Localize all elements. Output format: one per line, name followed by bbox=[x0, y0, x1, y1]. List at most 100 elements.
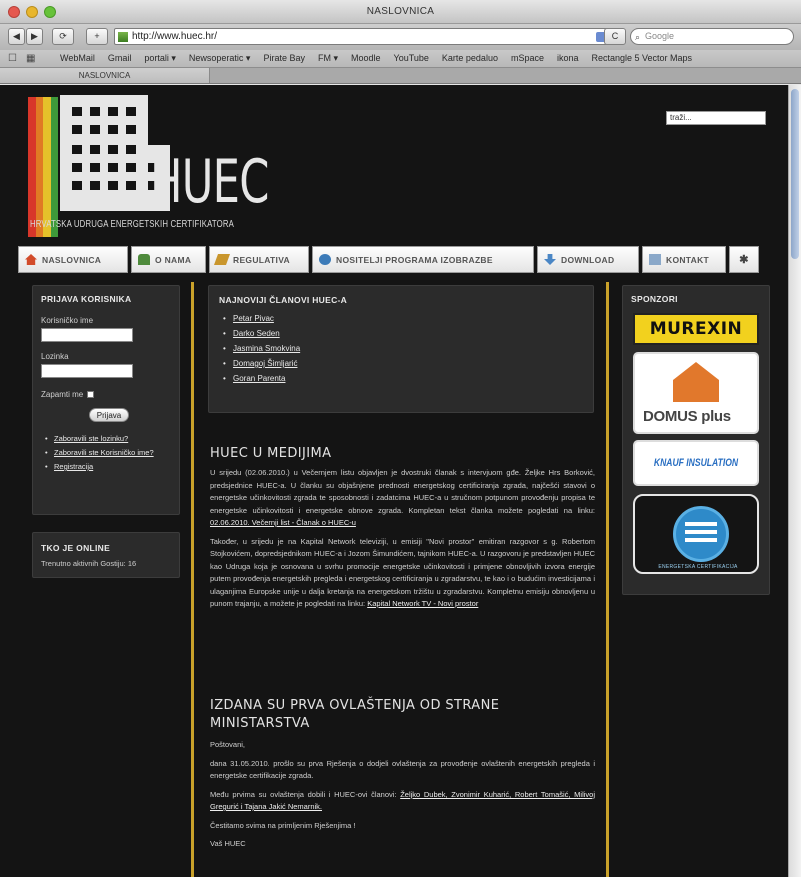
sponsors-title: SPONZORI bbox=[631, 294, 678, 304]
username-group: Korisničko ime bbox=[41, 316, 133, 342]
people-icon bbox=[138, 254, 150, 265]
contact-icon bbox=[649, 254, 661, 265]
badge-stripe bbox=[685, 522, 717, 526]
article-title[interactable]: HUEC U MEDIJIMA bbox=[210, 446, 595, 461]
sponsor-label: KNAUF INSULATION bbox=[653, 457, 739, 469]
forgot-password-link[interactable]: Zaboravili ste lozinku? bbox=[45, 434, 175, 444]
members-list: Petar Pivac Darko Seden Jasmina Smokvina… bbox=[223, 314, 300, 389]
bookmark-item[interactable]: Rectangle 5 Vector Maps bbox=[592, 53, 693, 64]
bookmark-item[interactable]: Newsoperatic ▾ bbox=[189, 53, 251, 64]
members-title: NAJNOVIJI ČLANOVI HUEC-A bbox=[219, 295, 348, 305]
bookmark-item[interactable]: portali ▾ bbox=[144, 53, 176, 64]
search-icon: ⌕ bbox=[635, 32, 641, 42]
bookmark-item[interactable]: Karte pedaluo bbox=[442, 53, 498, 64]
reading-list-icon[interactable]: ☐ bbox=[8, 53, 17, 64]
remember-row: Zapamti me bbox=[41, 390, 95, 399]
password-group: Lozinka bbox=[41, 352, 133, 378]
article-huec-u-medijima: HUEC U MEDIJIMA U srijedu (02.06.2010.) … bbox=[210, 446, 595, 611]
logo-color-stripes bbox=[28, 97, 58, 237]
logo-subtitle: HRVATSKA UDRUGA ENERGETSKIH CERTIFIKATOR… bbox=[30, 219, 235, 230]
nav-download[interactable]: DOWNLOAD bbox=[537, 246, 639, 273]
login-links: Zaboravili ste lozinku? Zaboravili ste K… bbox=[45, 434, 175, 476]
nav-label: O NAMA bbox=[155, 254, 192, 265]
bookmark-item[interactable]: WebMail bbox=[60, 53, 95, 64]
bookmark-item[interactable]: mSpace bbox=[511, 53, 544, 64]
bookmarks-grid-icon[interactable]: ▦ bbox=[26, 53, 35, 64]
reload-icon[interactable]: C bbox=[604, 28, 626, 45]
online-count: Trenutno aktivnih Gostiju: 16 bbox=[41, 559, 137, 568]
sponsor-energetska-certifikacija[interactable]: ENERGETSKA CERTIFIKACIJA bbox=[633, 494, 759, 574]
sponsor-label: MUREXIN bbox=[649, 319, 743, 339]
member-link[interactable]: Petar Pivac bbox=[223, 314, 300, 323]
sponsor-murexin[interactable]: MUREXIN bbox=[633, 313, 759, 345]
sponsor-knauf[interactable]: KNAUF INSULATION bbox=[633, 440, 759, 486]
tab-bar: NASLOVNICA bbox=[0, 68, 801, 84]
column-divider bbox=[191, 282, 194, 877]
nav-kontakt[interactable]: KONTAKT bbox=[642, 246, 726, 273]
article-paragraph: Među prvima su ovlaštenja dobili i HUEC-… bbox=[210, 789, 595, 814]
site-search-input[interactable]: traži... bbox=[666, 111, 766, 125]
member-link[interactable]: Domagoj Šimljarić bbox=[223, 359, 300, 368]
member-link[interactable]: Jasmina Smokvina bbox=[223, 344, 300, 353]
page-scrollbar[interactable] bbox=[788, 85, 801, 877]
browser-search-field[interactable]: ⌕ Google bbox=[630, 28, 794, 45]
download-icon bbox=[544, 254, 556, 265]
certification-badge-icon bbox=[673, 506, 729, 562]
article-link[interactable]: 02.06.2010. Večernji list - Članak o HUE… bbox=[210, 518, 356, 527]
nav-naslovnica[interactable]: NASLOVNICA bbox=[18, 246, 128, 273]
logo-text[interactable]: HUEC bbox=[150, 147, 269, 217]
bookmark-item[interactable]: Gmail bbox=[108, 53, 132, 64]
remember-checkbox[interactable] bbox=[87, 391, 95, 398]
article-text: U srijedu (02.06.2010.) u Večernjem list… bbox=[210, 468, 595, 515]
tab-naslovnica[interactable]: NASLOVNICA bbox=[0, 68, 210, 83]
logo-stripe bbox=[28, 97, 36, 237]
bookmark-links: WebMail Gmail portali ▾ Newsoperatic ▾ P… bbox=[60, 53, 692, 64]
nav-regulativa[interactable]: REGULATIVA bbox=[209, 246, 309, 273]
bookmark-item[interactable]: FM ▾ bbox=[318, 53, 338, 64]
group-icon bbox=[319, 254, 331, 265]
bookmark-item[interactable]: Pirate Bay bbox=[263, 53, 305, 64]
nav-label: REGULATIVA bbox=[233, 254, 290, 265]
bookmark-item[interactable]: YouTube bbox=[394, 53, 429, 64]
nav-o-nama[interactable]: O NAMA bbox=[131, 246, 206, 273]
password-label: Lozinka bbox=[41, 352, 69, 361]
reload-button[interactable]: ⟳ bbox=[52, 28, 74, 45]
house-icon bbox=[673, 362, 719, 402]
nav-more[interactable]: ✱ bbox=[729, 246, 759, 273]
back-button[interactable]: ◀ bbox=[8, 28, 25, 45]
register-link[interactable]: Registracija bbox=[45, 462, 175, 472]
article-text: Među prvima su ovlaštenja dobili i HUEC-… bbox=[210, 789, 401, 799]
sponsor-label: ENERGETSKA CERTIFIKACIJA bbox=[658, 564, 738, 570]
forgot-username-link[interactable]: Zaboravili ste Korisničko ime? bbox=[45, 448, 175, 458]
username-input[interactable] bbox=[41, 328, 133, 342]
login-button[interactable]: Prijava bbox=[89, 408, 129, 422]
logo-stripe bbox=[35, 97, 43, 237]
username-label: Korisničko ime bbox=[41, 316, 94, 325]
article-title[interactable]: IZDANA SU PRVA OVLAŠTENJA OD STRANE MINI… bbox=[210, 697, 595, 733]
browser-toolbar: ◀ ▶ ⟳ + http://www.huec.hr/ C ⌕ Google bbox=[0, 24, 801, 50]
sponsor-domus[interactable]: DOMUS plus bbox=[633, 352, 759, 434]
add-bookmark-button[interactable]: + bbox=[86, 28, 108, 45]
remember-label: Zapamti me bbox=[41, 390, 84, 399]
member-link[interactable]: Goran Parenta bbox=[223, 374, 300, 383]
pencil-icon bbox=[213, 254, 231, 265]
nav-nositelji[interactable]: NOSITELJI PROGRAMA IZOBRAZBE bbox=[312, 246, 534, 273]
bookmark-item[interactable]: Moodle bbox=[351, 53, 381, 64]
forward-button[interactable]: ▶ bbox=[26, 28, 43, 45]
article-link[interactable]: Kapital Network TV - Novi prostor bbox=[367, 599, 478, 608]
bookmarks-bar: ☐ ▦ WebMail Gmail portali ▾ Newsoperatic… bbox=[0, 50, 801, 68]
nav-label: DOWNLOAD bbox=[561, 254, 615, 265]
password-input[interactable] bbox=[41, 364, 133, 378]
logo-stripe bbox=[43, 97, 51, 237]
member-link[interactable]: Darko Seden bbox=[223, 329, 300, 338]
window-titlebar: NASLOVNICA bbox=[0, 0, 801, 24]
page-viewport: HUEC HRVATSKA UDRUGA ENERGETSKIH CERTIFI… bbox=[0, 85, 788, 877]
site-favicon-icon bbox=[118, 32, 128, 42]
article-prva-ovlastenja: IZDANA SU PRVA OVLAŠTENJA OD STRANE MINI… bbox=[210, 697, 595, 851]
scrollbar-thumb[interactable] bbox=[791, 89, 799, 259]
online-title: TKO JE ONLINE bbox=[41, 543, 111, 553]
url-bar[interactable]: http://www.huec.hr/ bbox=[114, 28, 622, 45]
members-panel: NAJNOVIJI ČLANOVI HUEC-A Petar Pivac Dar… bbox=[208, 285, 594, 413]
bookmark-item[interactable]: ikona bbox=[557, 53, 579, 64]
article-paragraph: dana 31.05.2010. prošlo su prva Rješenja… bbox=[210, 758, 595, 781]
